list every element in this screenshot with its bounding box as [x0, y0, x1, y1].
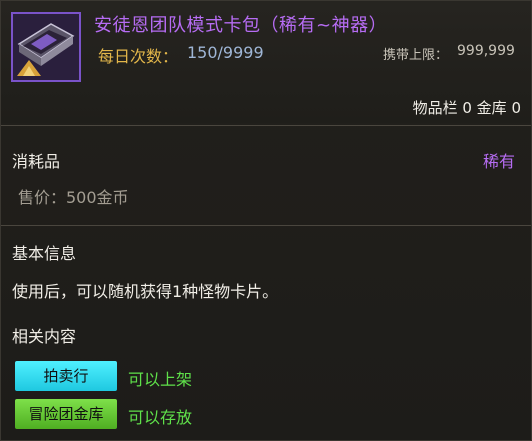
sell-price: 售价：500金币	[18, 188, 129, 207]
item-description: 使用后，可以随机获得1种怪物卡片。	[12, 282, 279, 301]
related-title: 相关内容	[12, 327, 77, 346]
item-name: 安徒恩团队模式卡包（稀有~神器）	[94, 15, 388, 36]
rarity-label: 稀有	[482, 152, 515, 171]
auction-house-tag: 拍卖行	[15, 361, 117, 391]
item-tooltip: 安徒恩团队模式卡包（稀有~神器） 每日次数： 150/9999 携带上限： 99…	[0, 0, 532, 441]
guild-vault-note: 可以存放	[128, 408, 193, 427]
carry-limit-label: 携带上限：	[383, 48, 449, 63]
carry-limit-value: 999,999	[457, 43, 515, 59]
basic-info-title: 基本信息	[12, 244, 77, 263]
header-divider	[1, 125, 531, 126]
inventory-count: 物品栏 0 金库 0	[412, 99, 521, 117]
category-title: 消耗品	[12, 152, 61, 171]
daily-uses-value: 150/9999	[187, 43, 264, 62]
item-header: 安徒恩团队模式卡包（稀有~神器） 每日次数： 150/9999 携带上限： 99…	[1, 1, 531, 123]
daily-uses-label: 每日次数：	[98, 47, 179, 66]
guild-vault-tag: 冒险团金库	[15, 399, 117, 429]
auction-note: 可以上架	[128, 370, 193, 389]
card-pack-icon	[11, 12, 81, 82]
category-divider	[1, 225, 531, 226]
